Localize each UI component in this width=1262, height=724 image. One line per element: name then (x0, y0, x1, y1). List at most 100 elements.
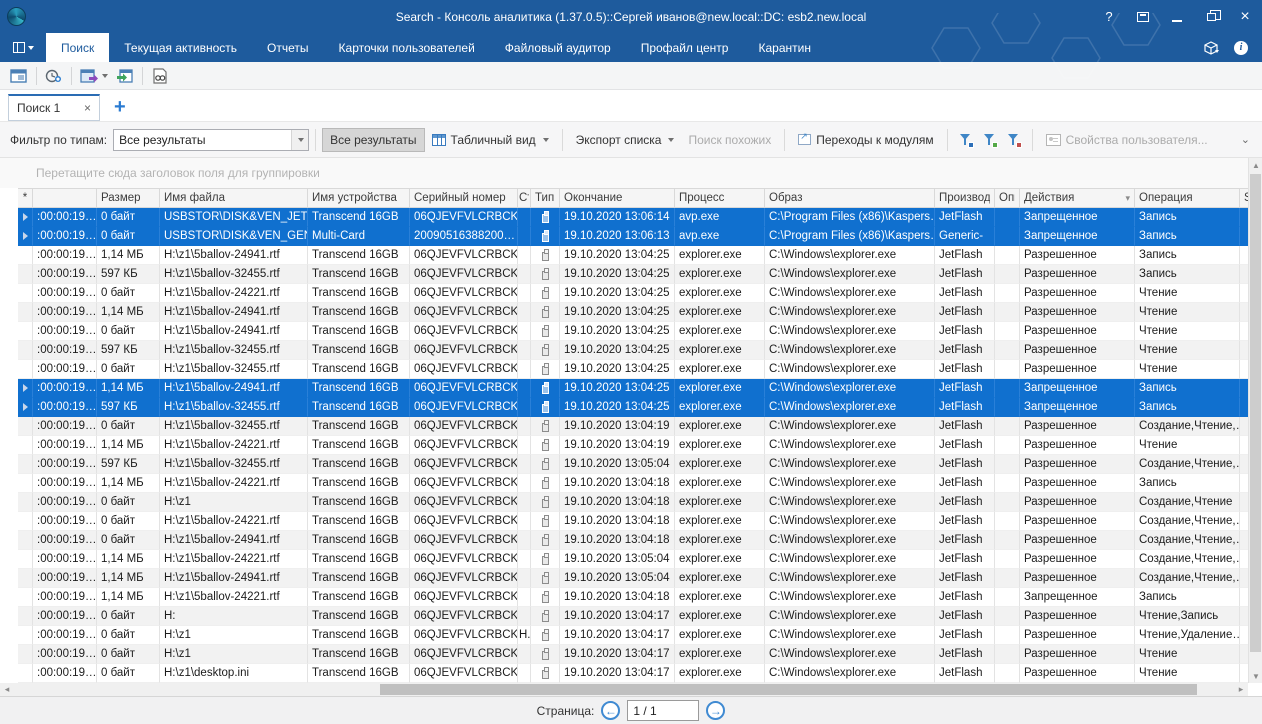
cell-dev[interactable]: Transcend 16GB (308, 208, 410, 227)
cell-sta[interactable] (518, 246, 531, 265)
menu-tab-текущая-активность[interactable]: Текущая активность (109, 33, 252, 62)
cell-op[interactable]: Создание,Чтение,… (1135, 512, 1240, 531)
cell-dur[interactable]: :00:00:19… (33, 284, 97, 303)
cell-descr[interactable] (995, 645, 1020, 664)
cell-proc[interactable]: explorer.exe (675, 550, 765, 569)
cell-dev[interactable]: Transcend 16GB (308, 322, 410, 341)
cell-dur[interactable]: :00:00:19… (33, 531, 97, 550)
row-indicator-cell[interactable] (18, 569, 33, 588)
cell-dev[interactable]: Transcend 16GB (308, 645, 410, 664)
cell-op[interactable]: Чтение (1135, 322, 1240, 341)
cell-end[interactable]: 19.10.2020 13:05:04 (560, 569, 675, 588)
cell-serial[interactable]: 06QJEVFVLCRBCK… (410, 531, 518, 550)
cell-proc[interactable]: explorer.exe (675, 284, 765, 303)
cell-device-type[interactable] (531, 455, 560, 474)
cell-op[interactable]: Запись (1135, 208, 1240, 227)
cell-dev[interactable]: Transcend 16GB (308, 455, 410, 474)
cell-proc[interactable]: explorer.exe (675, 398, 765, 417)
table-row[interactable]: :00:00:19…0 байтH:\z1\5ballov-32455.rtfT… (18, 417, 1248, 436)
cell-device-type[interactable] (531, 341, 560, 360)
table-row[interactable]: :00:00:19…0 байтH:\z1Transcend 16GB06QJE… (18, 626, 1248, 645)
column-header-description[interactable]: Опис (995, 189, 1020, 207)
cell-file[interactable]: USBSTOR\DISK&VEN_GEN… (160, 227, 308, 246)
cell-device-type[interactable] (531, 417, 560, 436)
cell-size[interactable]: 1,14 МБ (97, 569, 160, 588)
cell-size[interactable]: 0 байт (97, 322, 160, 341)
cell-img[interactable]: C:\Windows\explorer.exe (765, 531, 935, 550)
cell-file[interactable]: H:\z1\5ballov-32455.rtf (160, 417, 308, 436)
app-menu-button[interactable] (0, 33, 46, 62)
cell-serial[interactable]: 06QJEVFVLCRBCK… (410, 569, 518, 588)
cell-img[interactable]: C:\Windows\explorer.exe (765, 265, 935, 284)
cell-op[interactable]: Чтение (1135, 664, 1240, 683)
cell-op[interactable]: Чтение (1135, 360, 1240, 379)
cell-serial[interactable]: 06QJEVFVLCRBCK… (410, 208, 518, 227)
cell-end[interactable]: 19.10.2020 13:04:25 (560, 379, 675, 398)
cell-action[interactable]: Разрешенное (1020, 265, 1135, 284)
table-row[interactable]: :00:00:19…597 КБH:\z1\5ballov-32455.rtfT… (18, 341, 1248, 360)
cell-img[interactable]: C:\Program Files (x86)\Kaspers… (765, 227, 935, 246)
cell-action[interactable]: Разрешенное (1020, 303, 1135, 322)
cell-descr[interactable] (995, 607, 1020, 626)
cell-img[interactable]: C:\Windows\explorer.exe (765, 341, 935, 360)
cell-descr[interactable] (995, 227, 1020, 246)
row-indicator-cell[interactable] (18, 493, 33, 512)
cell-end[interactable]: 19.10.2020 13:04:17 (560, 664, 675, 683)
cell-op[interactable]: Создание,Чтение,… (1135, 417, 1240, 436)
cell-dev[interactable]: Transcend 16GB (308, 341, 410, 360)
cell-proc[interactable]: explorer.exe (675, 360, 765, 379)
cell-descr[interactable] (995, 246, 1020, 265)
cell-serial[interactable]: 06QJEVFVLCRBCK… (410, 322, 518, 341)
cell-dur[interactable]: :00:00:19… (33, 322, 97, 341)
cell-serial[interactable]: 06QJEVFVLCRBCK… (410, 303, 518, 322)
cell-size[interactable]: 0 байт (97, 607, 160, 626)
column-header-operation[interactable]: Операция (1135, 189, 1240, 207)
cell-device-type[interactable] (531, 512, 560, 531)
cell-descr[interactable] (995, 265, 1020, 284)
cell-device-type[interactable] (531, 531, 560, 550)
cell-op[interactable]: Запись (1135, 474, 1240, 493)
cell-size[interactable]: 1,14 МБ (97, 474, 160, 493)
scroll-up-icon[interactable]: ▲ (1249, 158, 1262, 172)
collapse-panel-chevron-icon[interactable]: ⌄ (1241, 133, 1252, 146)
cell-op[interactable]: Чтение (1135, 284, 1240, 303)
cell-sta[interactable] (518, 417, 531, 436)
cell-descr[interactable] (995, 436, 1020, 455)
add-tab-button[interactable]: + (114, 97, 126, 121)
cell-vendor[interactable]: Generic- (935, 227, 995, 246)
table-row[interactable]: :00:00:19…1,14 МБH:\z1\5ballov-24221.rtf… (18, 550, 1248, 569)
scroll-down-icon[interactable]: ▼ (1249, 669, 1262, 683)
cell-size[interactable]: 597 КБ (97, 341, 160, 360)
help-button[interactable]: ? (1092, 0, 1126, 33)
cell-s[interactable] (1240, 512, 1248, 531)
cell-op[interactable]: Чтение (1135, 341, 1240, 360)
cell-img[interactable]: C:\Windows\explorer.exe (765, 379, 935, 398)
cell-descr[interactable] (995, 474, 1020, 493)
row-indicator-cell[interactable] (18, 626, 33, 645)
cell-proc[interactable]: explorer.exe (675, 303, 765, 322)
table-row[interactable]: :00:00:19…597 КБH:\z1\5ballov-32455.rtfT… (18, 265, 1248, 284)
cell-dev[interactable]: Transcend 16GB (308, 474, 410, 493)
cell-device-type[interactable] (531, 626, 560, 645)
table-row[interactable]: :00:00:19…0 байтH:\z1\5ballov-32455.rtfT… (18, 360, 1248, 379)
cell-end[interactable]: 19.10.2020 13:04:19 (560, 417, 675, 436)
cell-descr[interactable] (995, 284, 1020, 303)
cell-device-type[interactable] (531, 398, 560, 417)
cell-end[interactable]: 19.10.2020 13:04:25 (560, 246, 675, 265)
cell-sta[interactable] (518, 208, 531, 227)
cell-serial[interactable]: 06QJEVFVLCRBCK… (410, 512, 518, 531)
cell-vendor[interactable]: JetFlash (935, 436, 995, 455)
combobox-dropdown-button[interactable] (291, 130, 308, 150)
cell-dev[interactable]: Transcend 16GB (308, 569, 410, 588)
cell-size[interactable]: 0 байт (97, 417, 160, 436)
cell-descr[interactable] (995, 512, 1020, 531)
column-header-s[interactable]: S (1240, 189, 1248, 207)
cell-op[interactable]: Чтение (1135, 645, 1240, 664)
cell-action[interactable]: Разрешенное (1020, 493, 1135, 512)
table-row[interactable]: :00:00:19…1,14 МБH:\z1\5ballov-24221.rtf… (18, 474, 1248, 493)
cell-size[interactable]: 1,14 МБ (97, 588, 160, 607)
cell-img[interactable]: C:\Windows\explorer.exe (765, 360, 935, 379)
cell-file[interactable]: H:\z1\5ballov-24941.rtf (160, 303, 308, 322)
cell-s[interactable] (1240, 208, 1248, 227)
column-header-size[interactable]: Размер (97, 189, 160, 207)
